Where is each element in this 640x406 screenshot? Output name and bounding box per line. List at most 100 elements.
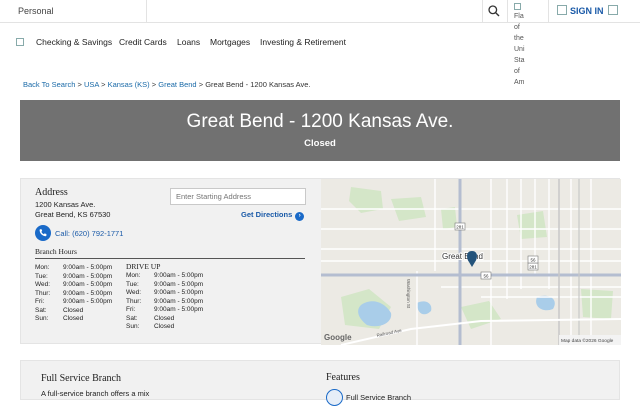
hours-row: Mon: 9:00am - 5:00pm [35,264,112,273]
divider [482,0,483,22]
flag-alt-line: Uni [514,46,525,53]
hours-row: Sat: Closed [35,307,83,316]
hours-day: Wed: [35,281,51,288]
nav-item-credit-cards[interactable]: Credit Cards [119,36,167,48]
breadcrumb-link[interactable]: Back To Search [23,80,75,89]
hours-row: Sun: Closed [126,323,174,332]
hours-time: 9:00am - 5:00pm [63,272,113,280]
chevron-icon [607,5,618,15]
bank-logo-icon[interactable] [16,38,24,46]
hours-time: Closed [63,306,84,314]
hours-day: Wed: [126,289,142,296]
breadcrumb-link[interactable]: Great Bend [158,80,196,89]
breadcrumb: Back To Search > USA > Kansas (KS) > Gre… [23,80,311,90]
map-provider-logo: Google [324,333,352,342]
page-title: Great Bend - 1200 Kansas Ave. [186,111,454,132]
hours-row: Wed: 9:00am - 5:00pm [35,281,112,290]
sign-in-button[interactable]: SIGN IN [557,4,618,18]
hours-time: 9:00am - 5:00pm [154,306,204,313]
phone-icon[interactable] [35,225,51,241]
hours-day: Fri: [35,298,45,305]
breadcrumb-link[interactable]: Kansas (KS) [108,80,150,89]
features-heading: Features [326,372,360,383]
hours-day: Mon: [126,272,141,279]
hours-row: Thur: 9:00am - 5:00pm [126,298,203,307]
hours-day: Thur: [35,289,51,297]
divider [507,0,508,22]
sign-in-label: SIGN IN [570,6,604,16]
hours-time: 9:00am - 5:00pm [63,281,113,288]
hours-row: Wed: 9:00am - 5:00pm [126,289,203,298]
nav-item-loans[interactable]: Loans [177,36,200,48]
map-attribution: Map data ©2026 Google [561,337,614,344]
hours-day: Fri: [126,306,136,313]
route-label: 56 [483,274,489,279]
arrow-right-icon: › [295,212,305,221]
hours-row: Fri: 9:00am - 5:00pm [35,298,112,307]
branch-map[interactable]: 281 56 281 56 Great Bend Washington St R… [321,179,621,345]
breadcrumb-current: Great Bend - 1200 Kansas Ave. [205,80,311,89]
branch-hours-heading: Branch Hours [35,247,77,256]
service-heading: Full Service Branch [41,373,121,384]
hours-day: Sun: [126,323,140,330]
starting-address-input[interactable] [170,188,306,205]
branch-banner: Great Bend - 1200 Kansas Ave. Closed [20,100,620,161]
divider [548,0,549,22]
divider [146,0,147,22]
breadcrumb-link[interactable]: USA [84,80,99,89]
main-nav: Checking & Savings Credit Cards Loans Mo… [0,30,500,54]
breadcrumb-separator: > [77,80,82,89]
hours-time: Closed [154,314,175,322]
route-label: 281 [529,265,537,270]
feature-item: Full Service Branch [346,393,412,402]
search-icon[interactable] [487,4,501,18]
flag-alt-line: of [514,68,520,75]
status-badge: Closed [304,138,336,149]
hours-time: 9:00am - 5:00pm [63,289,113,297]
route-label: 56 [530,258,536,263]
hours-day: Mon: [35,264,50,271]
bank-building-icon [326,389,343,406]
branch-details-card: Address 1200 Kansas Ave. Great Bend, KS … [20,178,621,345]
hours-row: Thur: 9:00am - 5:00pm [35,290,112,299]
hours-time: Closed [63,315,84,322]
hours-row: Sat: Closed [126,315,174,324]
hours-row: Sun: Closed [35,315,83,324]
hours-day: Sun: [35,315,49,322]
breadcrumb-separator: > [198,80,204,89]
service-description: A full-service branch offers a mix [41,389,150,398]
hours-day: Tue: [126,280,139,288]
address-heading: Address [35,187,68,198]
address-line: Great Bend, KS 67530 [35,210,111,219]
top-bar: Personal Fla of the Uni Sta of Am SIGN I… [0,0,640,86]
nav-item-investing-retirement[interactable]: Investing & Retirement [260,36,346,48]
hours-time: 9:00am - 5:00pm [63,298,113,305]
segment-selector[interactable]: Personal [18,0,54,22]
hours-time: 9:00am - 5:00pm [154,272,204,279]
hours-day: Sat: [126,314,138,322]
divider [35,258,305,259]
hours-day: Thur: [126,297,142,305]
hours-time: Closed [154,323,175,330]
breadcrumb-separator: > [101,80,106,89]
branch-services-card: Full Service Branch A full-service branc… [20,360,620,406]
map-street-label: Washington St [406,279,411,309]
address-line: 1200 Kansas Ave. [35,200,96,209]
hours-row: Mon: 9:00am - 5:00pm [126,272,203,281]
call-link[interactable]: Call: (620) 792-1771 [55,229,123,239]
hours-time: 9:00am - 5:00pm [63,264,113,271]
hours-day: Sat: [35,306,47,314]
lock-icon [557,5,567,15]
drive-up-heading: DRIVE UP [126,262,161,271]
flag-alt-line: the [514,35,524,42]
get-directions-label: Get Directions [241,210,293,219]
nav-item-checking-savings[interactable]: Checking & Savings [36,36,112,48]
flag-alt-line: Sta [514,57,525,64]
nav-item-mortgages[interactable]: Mortgages [210,36,250,48]
hours-time: 9:00am - 5:00pm [154,289,204,296]
flag-alt-line: Fla [514,13,524,20]
flag-alt-line: Am [514,79,525,86]
route-label: 281 [456,225,464,230]
hours-row: Tue: 9:00am - 5:00pm [35,273,112,282]
get-directions-link[interactable]: Get Directions › [241,210,305,221]
